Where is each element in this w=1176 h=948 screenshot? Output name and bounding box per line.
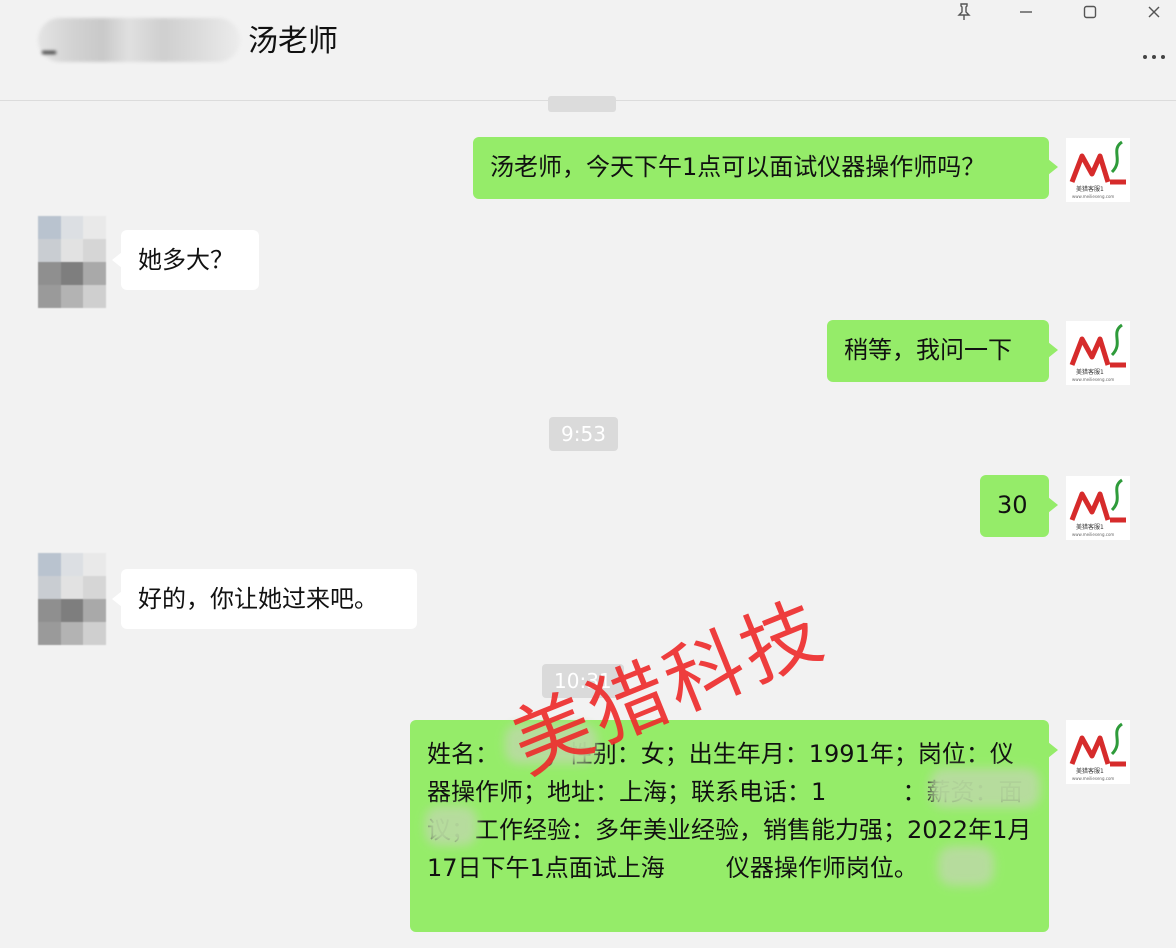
svg-text:美猎客服1: 美猎客服1 bbox=[1076, 368, 1104, 376]
my-avatar[interactable]: 美猎客服1 www.meilieseng.com bbox=[1066, 720, 1130, 784]
redacted-company bbox=[938, 846, 994, 886]
chat-header: 汤老师 bbox=[0, 0, 1176, 101]
svg-text:www.meilieseng.com: www.meilieseng.com bbox=[1072, 532, 1114, 537]
redacted-name bbox=[505, 724, 597, 764]
minimize-icon bbox=[1018, 4, 1034, 24]
svg-text:www.meilieseng.com: www.meilieseng.com bbox=[1072, 194, 1114, 199]
message-timestamp: 10:31 bbox=[542, 664, 624, 698]
pin-icon bbox=[956, 3, 972, 25]
ml-logo-icon: 美猎客服1 www.meilieseng.com bbox=[1069, 323, 1126, 382]
ml-logo-icon: 美猎客服1 www.meilieseng.com bbox=[1069, 722, 1126, 781]
message-text: 稍等，我问一下 bbox=[844, 336, 1012, 364]
more-options-button[interactable] bbox=[1134, 42, 1174, 72]
message-sent[interactable]: 30 bbox=[980, 475, 1058, 537]
ml-logo-icon: 美猎客服1 www.meilieseng.com bbox=[1069, 478, 1126, 537]
svg-text:美猎客服1: 美猎客服1 bbox=[1076, 185, 1104, 193]
svg-text:www.meilieseng.com: www.meilieseng.com bbox=[1072, 776, 1114, 781]
contact-avatar[interactable] bbox=[38, 553, 106, 645]
message-sent[interactable]: 汤老师，今天下午1点可以面试仪器操作师吗？ bbox=[473, 137, 1058, 199]
message-sent[interactable]: 稍等，我问一下 bbox=[827, 320, 1058, 382]
my-avatar[interactable]: 美猎客服1 www.meilieseng.com bbox=[1066, 138, 1130, 202]
pin-button[interactable] bbox=[944, 0, 984, 28]
svg-text:美猎客服1: 美猎客服1 bbox=[1076, 523, 1104, 531]
blurred-contact-prefix bbox=[38, 18, 240, 62]
contact-name: 汤老师 bbox=[248, 24, 338, 59]
message-text: 她多大？ bbox=[138, 246, 234, 274]
close-button[interactable] bbox=[1134, 0, 1174, 28]
maximize-button[interactable] bbox=[1070, 0, 1110, 28]
my-avatar[interactable]: 美猎客服1 www.meilieseng.com bbox=[1066, 476, 1130, 540]
ml-logo-icon: 美猎客服1 www.meilieseng.com bbox=[1069, 140, 1126, 199]
svg-text:www.meilieseng.com: www.meilieseng.com bbox=[1072, 377, 1114, 382]
my-avatar[interactable]: 美猎客服1 www.meilieseng.com bbox=[1066, 321, 1130, 385]
redacted-phone-tail bbox=[425, 806, 477, 846]
svg-text:美猎客服1: 美猎客服1 bbox=[1076, 767, 1104, 775]
message-received[interactable]: 好的，你让她过来吧。 bbox=[112, 569, 417, 629]
message-text: 好的，你让她过来吧。 bbox=[138, 585, 378, 613]
message-text: 汤老师，今天下午1点可以面试仪器操作师吗？ bbox=[490, 153, 986, 181]
minimize-button[interactable] bbox=[1006, 0, 1046, 28]
more-icon bbox=[1143, 55, 1165, 59]
contact-avatar[interactable] bbox=[38, 216, 106, 308]
message-timestamp: 9:53 bbox=[549, 417, 618, 451]
message-received[interactable]: 她多大？ bbox=[112, 230, 259, 290]
previous-timestamp-stub bbox=[548, 96, 616, 112]
message-text: 30 bbox=[997, 491, 1028, 519]
close-icon bbox=[1146, 4, 1162, 24]
redacted-phone bbox=[930, 768, 1040, 808]
maximize-icon bbox=[1082, 4, 1098, 24]
